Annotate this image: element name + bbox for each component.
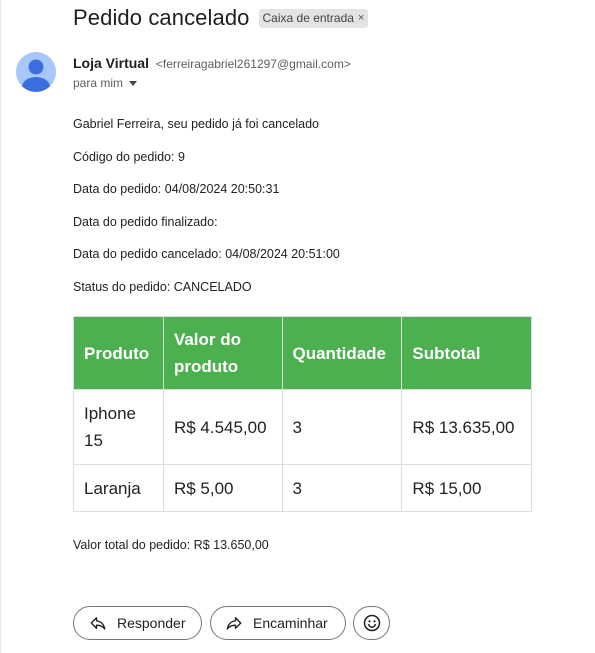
forward-button[interactable]: Encaminhar (210, 606, 346, 640)
cell-quantity: 3 (281, 389, 403, 465)
cell-unit-price: R$ 5,00 (162, 464, 283, 512)
emoji-icon (363, 614, 380, 632)
body-line-greeting: Gabriel Ferreira, seu pedido já foi canc… (73, 117, 319, 131)
left-divider (0, 0, 1, 653)
column-header-quantity: Quantidade (281, 316, 403, 390)
table-row: Iphone 15 R$ 4.545,00 3 R$ 13.635,00 (73, 389, 532, 465)
email-subject: Pedido cancelado (73, 5, 250, 30)
inbox-label-chip[interactable]: Caixa de entrada × (258, 8, 369, 28)
forward-icon (226, 617, 242, 630)
column-header-subtotal: Subtotal (401, 316, 532, 390)
sender-avatar[interactable] (16, 52, 56, 92)
sender-line: Loja Virtual <ferreiragabriel261297@gmai… (73, 55, 351, 71)
table-header-row: Produto Valor do produto Quantidade Subt… (73, 316, 532, 390)
sender-email: <ferreiragabriel261297@gmail.com> (155, 57, 351, 71)
order-items-table: Produto Valor do produto Quantidade Subt… (73, 316, 532, 512)
person-icon (22, 59, 50, 92)
subject-row: Pedido cancelado Caixa de entrada × (73, 5, 369, 31)
reply-button[interactable]: Responder (73, 606, 202, 640)
body-line-finalized-date: Data do pedido finalizado: (73, 215, 218, 229)
cell-subtotal: R$ 15,00 (401, 464, 532, 512)
cell-product: Laranja (73, 464, 164, 512)
body-line-order-code: Código do pedido: 9 (73, 150, 185, 164)
cell-quantity: 3 (281, 464, 403, 512)
emoji-reaction-button[interactable] (353, 606, 390, 640)
reply-icon (90, 617, 106, 630)
inbox-label-text: Caixa de entrada (262, 11, 354, 25)
forward-label: Encaminhar (253, 615, 328, 631)
body-line-status: Status do pedido: CANCELADO (73, 280, 252, 294)
column-header-product: Produto (73, 316, 164, 390)
sender-name[interactable]: Loja Virtual (73, 55, 149, 71)
table-row: Laranja R$ 5,00 3 R$ 15,00 (73, 464, 532, 512)
body-line-cancelled-date: Data do pedido cancelado: 04/08/2024 20:… (73, 247, 340, 261)
recipient-text: para mim (73, 76, 124, 90)
cell-product: Iphone 15 (73, 389, 164, 465)
cell-subtotal: R$ 13.635,00 (401, 389, 532, 465)
cell-unit-price: R$ 4.545,00 (162, 389, 283, 465)
recipient-details-dropdown-icon[interactable] (129, 80, 138, 86)
recipient-line: para mim (73, 76, 138, 90)
column-header-unit-price: Valor do produto (162, 316, 283, 390)
remove-label-icon[interactable]: × (358, 12, 364, 24)
body-line-order-date: Data do pedido: 04/08/2024 20:50:31 (73, 182, 280, 196)
order-total: Valor total do pedido: R$ 13.650,00 (73, 538, 269, 552)
reply-label: Responder (117, 615, 186, 631)
